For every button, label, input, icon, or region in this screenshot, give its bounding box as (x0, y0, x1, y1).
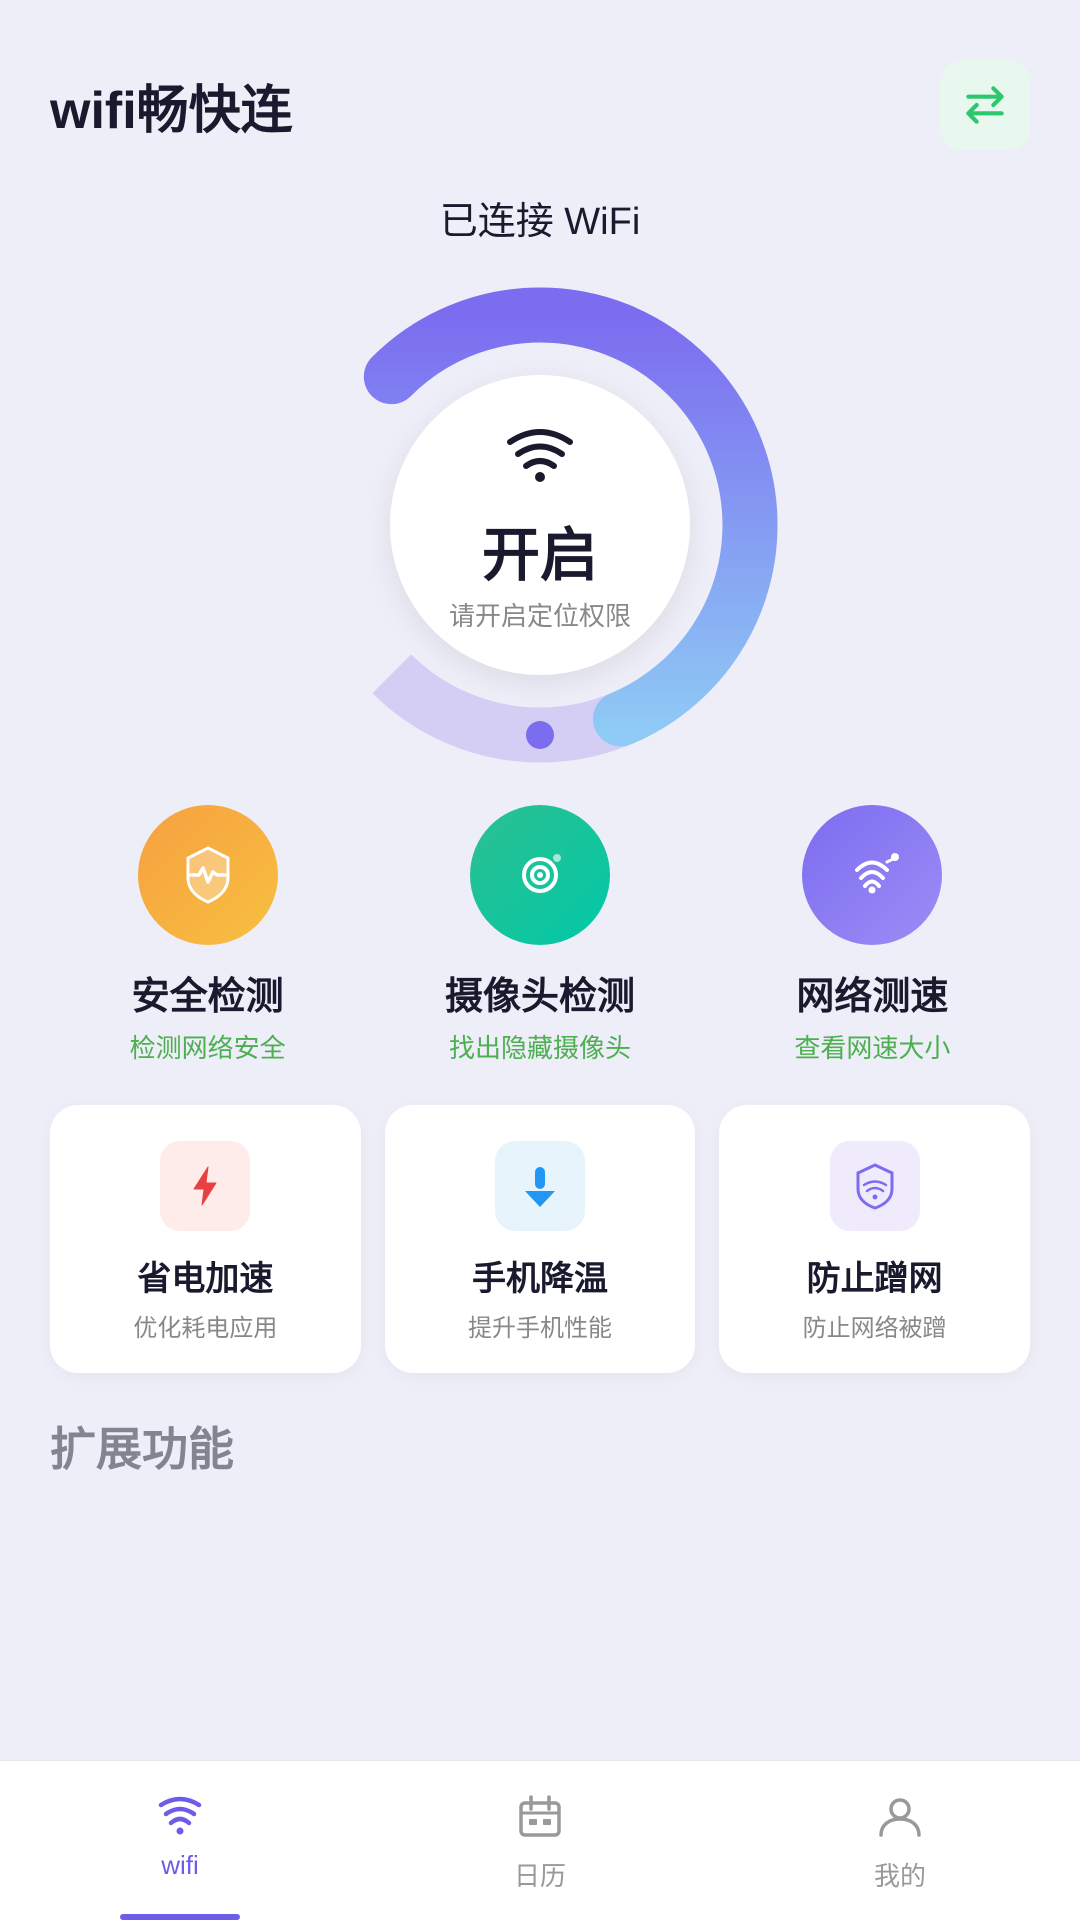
security-check-title: 安全检测 (132, 965, 284, 1020)
speed-test-title: 网络测速 (796, 965, 948, 1020)
cooling-icon-bg (495, 1141, 585, 1231)
nav-wifi-label: wifi (161, 1850, 199, 1881)
transfer-icon (960, 80, 1010, 130)
bottom-navigation: wifi 日历 我的 (0, 1760, 1080, 1920)
feature-card-anti-share[interactable]: 防止蹭网 防止网络被蹭 (719, 1105, 1030, 1373)
donut-sub-label: 请开启定位权限 (449, 596, 631, 633)
power-save-icon-bg (160, 1141, 250, 1231)
feature-speed-test[interactable]: 网络测速 查看网速大小 (794, 805, 950, 1065)
cooling-subtitle: 提升手机性能 (468, 1308, 612, 1343)
anti-share-subtitle: 防止网络被蹭 (803, 1308, 947, 1343)
donut-main-label: 开启 (482, 508, 598, 592)
feature-card-power-save[interactable]: 省电加速 优化耗电应用 (50, 1105, 361, 1373)
nav-wifi-icon (155, 1791, 205, 1842)
bottom-features-row: 省电加速 优化耗电应用 手机降温 提升手机性能 (50, 1105, 1030, 1373)
security-check-icon-bg (138, 805, 278, 945)
power-save-title: 省电加速 (137, 1251, 273, 1300)
nav-item-wifi[interactable]: wifi (0, 1781, 360, 1881)
more-section: 扩展功能 (0, 1403, 1080, 1489)
bolt-icon (180, 1161, 230, 1211)
nav-item-calendar[interactable]: 日历 (360, 1781, 720, 1893)
more-section-title: 扩展功能 (50, 1413, 1030, 1479)
donut-chart[interactable]: 开启 请开启定位权限 (290, 275, 790, 775)
nav-calendar-icon (515, 1791, 565, 1848)
camera-check-title: 摄像头检测 (445, 965, 635, 1020)
top-features-row: 安全检测 检测网络安全 摄像头检测 找出隐藏摄像头 (50, 805, 1030, 1065)
nav-profile-label: 我的 (874, 1856, 926, 1893)
speed-test-subtitle: 查看网速大小 (794, 1028, 950, 1065)
header: wifi畅快连 (0, 0, 1080, 170)
nav-profile-icon (875, 1791, 925, 1848)
nav-calendar-label: 日历 (514, 1856, 566, 1893)
security-check-subtitle: 检测网络安全 (130, 1028, 286, 1065)
features-section: 安全检测 检测网络安全 摄像头检测 找出隐藏摄像头 (0, 775, 1080, 1373)
shield-pulse-icon (173, 840, 243, 910)
feature-security-check[interactable]: 安全检测 检测网络安全 (130, 805, 286, 1065)
anti-share-title: 防止蹭网 (807, 1251, 943, 1300)
donut-inner-circle[interactable]: 开启 请开启定位权限 (390, 375, 690, 675)
cooling-title: 手机降温 (472, 1251, 608, 1300)
nav-item-profile[interactable]: 我的 (720, 1781, 1080, 1893)
transfer-button[interactable] (940, 60, 1030, 150)
shield-wifi-icon (850, 1161, 900, 1211)
camera-check-icon-bg (470, 805, 610, 945)
feature-card-cooling[interactable]: 手机降温 提升手机性能 (385, 1105, 696, 1373)
app-title: wifi畅快连 (50, 68, 293, 143)
feature-camera-check[interactable]: 摄像头检测 找出隐藏摄像头 (445, 805, 635, 1065)
wifi-center-icon (500, 417, 580, 498)
wifi-status-text: 已连接 WiFi (0, 190, 1080, 245)
nav-active-indicator (120, 1914, 240, 1920)
camera-scan-icon (505, 840, 575, 910)
speed-test-icon-bg (802, 805, 942, 945)
anti-share-icon-bg (830, 1141, 920, 1231)
camera-check-subtitle: 找出隐藏摄像头 (449, 1028, 631, 1065)
speedometer-wifi-icon (837, 840, 907, 910)
power-save-subtitle: 优化耗电应用 (133, 1308, 277, 1343)
cooling-arrow-icon (515, 1161, 565, 1211)
